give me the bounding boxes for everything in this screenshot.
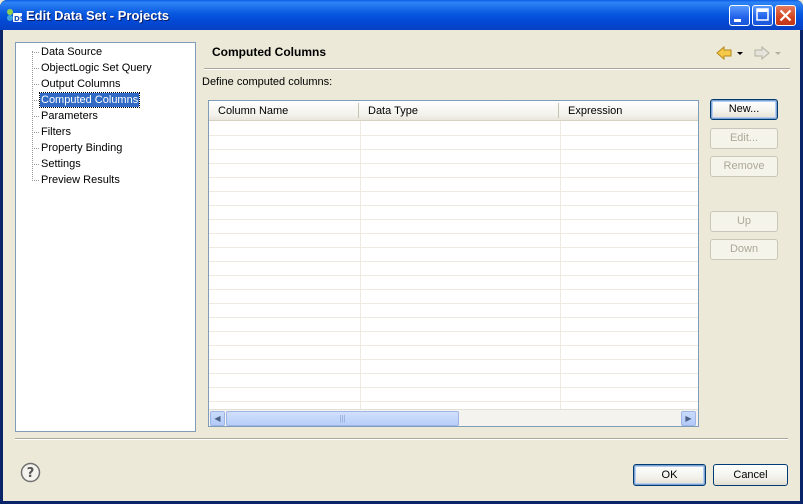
history-navigation bbox=[715, 44, 781, 62]
table-row-line bbox=[209, 359, 698, 360]
nav-arrows-group bbox=[716, 45, 781, 61]
tree-connector bbox=[32, 52, 39, 53]
ok-button[interactable]: OK bbox=[633, 464, 706, 486]
forward-arrow-icon bbox=[754, 45, 770, 61]
data-set-app-icon: DS bbox=[7, 9, 22, 23]
tree-item-objectlogic-set-query[interactable]: ObjectLogic Set Query bbox=[40, 61, 153, 75]
table-column-line bbox=[360, 121, 361, 411]
header-separator bbox=[204, 68, 790, 70]
column-header-column-name[interactable]: Column Name bbox=[209, 101, 359, 121]
table-row-line bbox=[209, 177, 698, 178]
table-row-line bbox=[209, 163, 698, 164]
maximize-button[interactable] bbox=[752, 5, 773, 26]
forward-dropdown-icon bbox=[775, 52, 781, 55]
tree-item-property-binding[interactable]: Property Binding bbox=[40, 141, 123, 155]
title-bar: DS Edit Data Set - Projects bbox=[0, 0, 803, 30]
back-arrow-icon[interactable] bbox=[716, 45, 732, 61]
table-row-line bbox=[209, 233, 698, 234]
page-tree: Data Source ObjectLogic Set Query Output… bbox=[15, 42, 196, 432]
remove-button[interactable]: Remove bbox=[710, 156, 778, 177]
table-row-line bbox=[209, 275, 698, 276]
table-header: Column Name Data Type Expression bbox=[209, 101, 698, 121]
table-row-line bbox=[209, 331, 698, 332]
table-row-line bbox=[209, 219, 698, 220]
table-row-line bbox=[209, 247, 698, 248]
tree-connector bbox=[32, 68, 39, 69]
back-dropdown-icon[interactable] bbox=[737, 52, 743, 55]
footer-separator bbox=[15, 438, 788, 440]
table-row-line bbox=[209, 401, 698, 402]
up-button[interactable]: Up bbox=[710, 211, 778, 232]
tree-connector bbox=[32, 180, 39, 181]
tree-connector bbox=[32, 132, 39, 133]
scroll-thumb[interactable]: ||| bbox=[226, 411, 459, 426]
edit-button[interactable]: Edit... bbox=[710, 128, 778, 149]
help-icon[interactable]: ? bbox=[20, 462, 41, 483]
computed-columns-table[interactable]: Column Name Data Type Expression ◀ ||| ▶ bbox=[208, 100, 699, 427]
column-header-data-type[interactable]: Data Type bbox=[359, 101, 559, 121]
tree-item-computed-columns[interactable]: Computed Columns bbox=[38, 92, 141, 108]
table-row-line bbox=[209, 303, 698, 304]
tree-item-filters[interactable]: Filters bbox=[40, 125, 72, 139]
page-title: Computed Columns bbox=[212, 45, 326, 59]
window-title: Edit Data Set - Projects bbox=[26, 8, 170, 23]
dialog-client-area: Data Source ObjectLogic Set Query Output… bbox=[3, 30, 800, 501]
tree-item-parameters[interactable]: Parameters bbox=[40, 109, 99, 123]
down-button[interactable]: Down bbox=[710, 239, 778, 260]
table-row-line bbox=[209, 149, 698, 150]
close-icon bbox=[779, 9, 792, 22]
table-row-line bbox=[209, 205, 698, 206]
define-columns-label: Define computed columns: bbox=[202, 76, 333, 88]
table-column-line bbox=[560, 121, 561, 411]
column-header-expression[interactable]: Expression bbox=[559, 101, 698, 121]
table-row-line bbox=[209, 345, 698, 346]
tree-connector bbox=[32, 84, 39, 85]
scroll-right-button[interactable]: ▶ bbox=[681, 411, 696, 426]
table-row-line bbox=[209, 191, 698, 192]
tree-item-preview-results[interactable]: Preview Results bbox=[40, 173, 121, 187]
new-button[interactable]: New... bbox=[710, 99, 778, 120]
minimize-icon bbox=[734, 19, 741, 22]
cancel-button[interactable]: Cancel bbox=[713, 464, 788, 486]
table-row-line bbox=[209, 387, 698, 388]
svg-text:DS: DS bbox=[14, 15, 22, 23]
minimize-button[interactable] bbox=[729, 5, 750, 26]
table-row-line bbox=[209, 289, 698, 290]
tree-item-output-columns[interactable]: Output Columns bbox=[40, 77, 121, 91]
table-row-line bbox=[209, 135, 698, 136]
dialog-window: DS Edit Data Set - Projects Data Source … bbox=[0, 0, 803, 504]
tree-item-settings[interactable]: Settings bbox=[40, 157, 82, 171]
tree-connector bbox=[32, 100, 39, 101]
svg-text:?: ? bbox=[27, 466, 35, 481]
horizontal-scrollbar[interactable]: ◀ ||| ▶ bbox=[209, 409, 698, 426]
close-button[interactable] bbox=[775, 5, 796, 26]
table-row-line bbox=[209, 317, 698, 318]
tree-item-data-source[interactable]: Data Source bbox=[40, 45, 103, 59]
maximize-icon bbox=[756, 8, 769, 21]
tree-connector bbox=[32, 116, 39, 117]
scroll-left-button[interactable]: ◀ bbox=[210, 411, 225, 426]
table-row-line bbox=[209, 373, 698, 374]
table-row-line bbox=[209, 261, 698, 262]
tree-connector bbox=[32, 164, 39, 165]
tree-connector bbox=[32, 148, 39, 149]
